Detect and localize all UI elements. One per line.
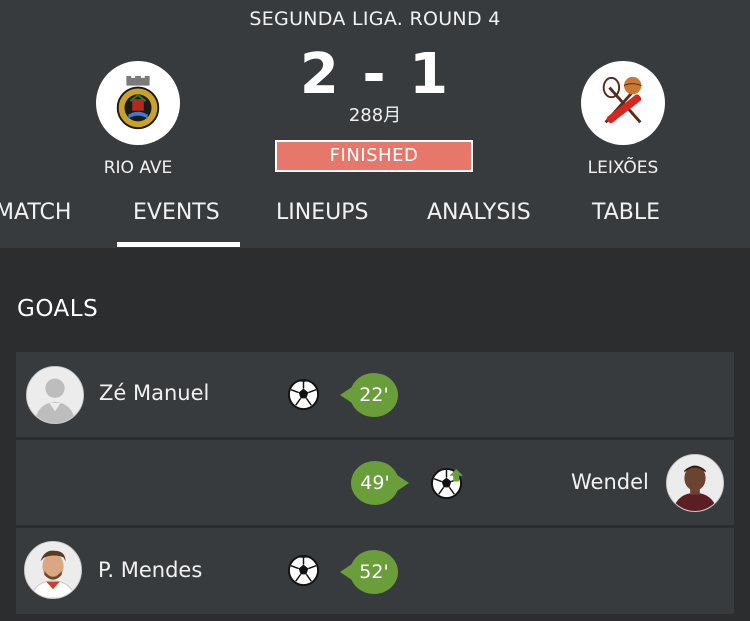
goal-row[interactable]: Zé Manuel 22' — [16, 352, 734, 437]
goal-minute-badge: 52' — [340, 550, 398, 594]
goal-row[interactable]: P. Mendes 52' — [16, 528, 734, 614]
player-avatar — [24, 541, 82, 599]
tab-events[interactable]: EVENTS — [133, 200, 220, 225]
scorer-name: P. Mendes — [98, 558, 203, 582]
home-team-name: RIO AVE — [103, 158, 173, 178]
player-avatar — [666, 454, 724, 512]
tab-bar: MATCH EVENTS LINEUPS ANALYSIS TABLE — [0, 196, 750, 248]
round-title: SEGUNDA LIGA. ROUND 4 — [249, 8, 501, 30]
own-goal-ball-icon — [430, 467, 463, 500]
player-silhouette-icon — [27, 367, 83, 423]
match-status-badge: FINISHED — [275, 140, 473, 172]
match-score: 2 - 1 — [299, 42, 451, 107]
tab-analysis[interactable]: ANALYSIS — [427, 200, 531, 225]
goal-minute-badge: 49' — [351, 461, 409, 505]
attendance: 288月 — [348, 105, 402, 126]
match-header: SEGUNDA LIGA. ROUND 4 RIO AVE LEIXÕES 2 … — [0, 0, 750, 248]
goals-section-title: GOALS — [17, 296, 99, 322]
active-tab-indicator — [117, 242, 240, 247]
scorer-name: Wendel — [571, 470, 649, 494]
away-team-name: LEIXÕES — [587, 158, 659, 178]
soccer-ball-icon — [287, 554, 320, 587]
player-avatar — [26, 366, 84, 424]
player-photo-icon — [25, 542, 81, 598]
tab-lineups[interactable]: LINEUPS — [276, 200, 368, 225]
soccer-ball-icon — [287, 378, 320, 411]
goal-row[interactable]: 49' Wendel — [16, 440, 734, 525]
tab-table[interactable]: TABLE — [592, 200, 660, 225]
player-photo-icon — [667, 455, 723, 511]
goal-minute-badge: 22' — [340, 373, 398, 417]
scorer-name: Zé Manuel — [99, 381, 210, 405]
tab-match[interactable]: MATCH — [0, 200, 71, 225]
